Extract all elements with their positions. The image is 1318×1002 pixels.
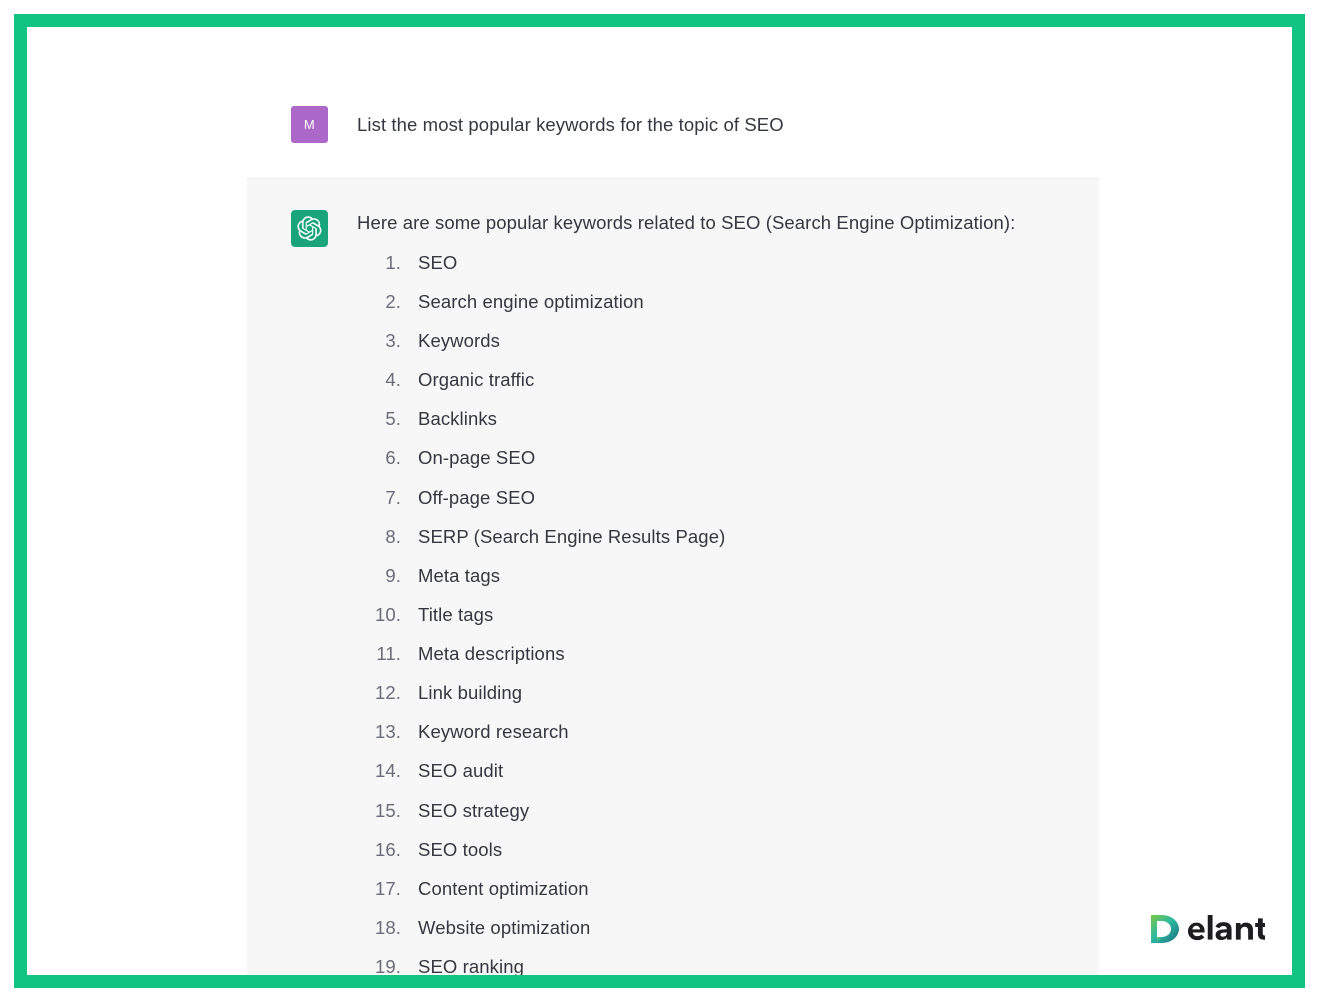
list-item: Title tags (357, 603, 494, 626)
delante-logo (1149, 908, 1265, 950)
list-item: Meta tags (357, 564, 501, 587)
assistant-intro-text: Here are some popular keywords related t… (357, 212, 1016, 233)
list-item: Search engine optimization (357, 290, 644, 313)
list-item: SEO ranking (357, 955, 524, 975)
keyword-list: SEO Search engine optimization Keywords … (357, 251, 1015, 975)
list-item: On-page SEO (357, 446, 536, 469)
user-message-row: M List the most popular keywords for the… (27, 89, 1292, 159)
list-item: Keyword research (357, 720, 569, 743)
assistant-message-row: Here are some popular keywords related t… (247, 178, 1099, 975)
chatgpt-logo-icon (291, 210, 328, 247)
list-item: Content optimization (357, 877, 589, 900)
user-message-text: List the most popular keywords for the t… (357, 114, 784, 135)
list-item: SEO strategy (357, 799, 530, 822)
list-item: Off-page SEO (357, 486, 536, 509)
list-item: Website optimization (357, 916, 591, 939)
list-item: SEO tools (357, 838, 503, 861)
assistant-message-body: Here are some popular keywords related t… (357, 209, 1015, 975)
user-avatar: M (291, 106, 328, 143)
list-item: Organic traffic (357, 368, 535, 391)
list-item: Meta descriptions (357, 642, 565, 665)
list-item: SEO (357, 251, 458, 274)
list-item: SERP (Search Engine Results Page) (357, 525, 726, 548)
chat-canvas: M List the most popular keywords for the… (27, 27, 1292, 975)
list-item: Backlinks (357, 407, 498, 430)
screenshot-root: M List the most popular keywords for the… (0, 0, 1318, 1002)
list-item: Link building (357, 681, 523, 704)
list-item: Keywords (357, 329, 501, 352)
list-item: SEO audit (357, 759, 504, 782)
green-border-frame: M List the most popular keywords for the… (14, 14, 1305, 988)
